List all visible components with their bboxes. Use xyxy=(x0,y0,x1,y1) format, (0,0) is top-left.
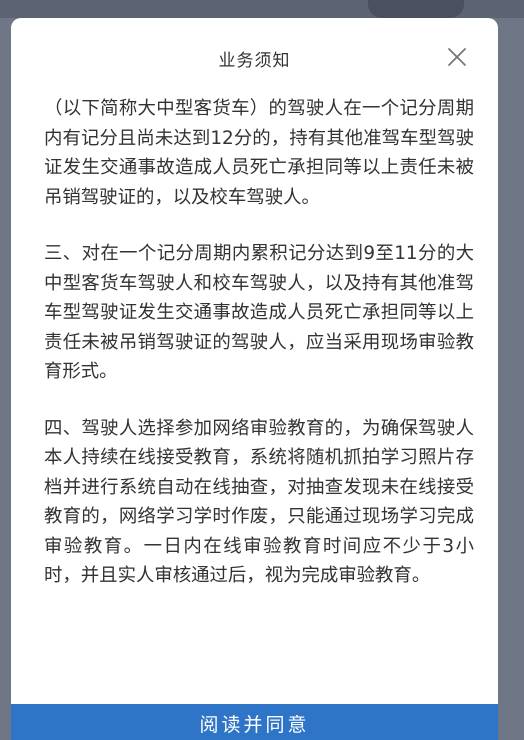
close-icon xyxy=(448,48,466,66)
close-button[interactable] xyxy=(446,46,468,68)
notice-paragraph: 四、驾驶人选择参加网络审验教育的，为确保驾驶人本人持续在线接受教育，系统将随机抓… xyxy=(44,417,474,587)
notice-paragraph: （以下简称大中型客货车）的驾驶人在一个记分周期内有记分且尚未达到12分的，持有其… xyxy=(44,98,474,208)
notice-paragraph: 三、对在一个记分周期内累积记分达到9至11分的大中型客货车驾驶人和校车驾驶人，以… xyxy=(44,243,474,382)
background-element xyxy=(368,0,464,18)
dialog-header: 业务须知 xyxy=(11,18,498,94)
dialog-body[interactable]: （以下简称大中型客货车）的驾驶人在一个记分周期内有记分且尚未达到12分的，持有其… xyxy=(44,94,474,704)
notice-dialog: 业务须知 （以下简称大中型客货车）的驾驶人在一个记分周期内有记分且尚未达到12分… xyxy=(11,18,498,740)
dialog-title: 业务须知 xyxy=(218,51,291,71)
read-and-agree-button[interactable]: 阅读并同意 xyxy=(11,704,498,740)
